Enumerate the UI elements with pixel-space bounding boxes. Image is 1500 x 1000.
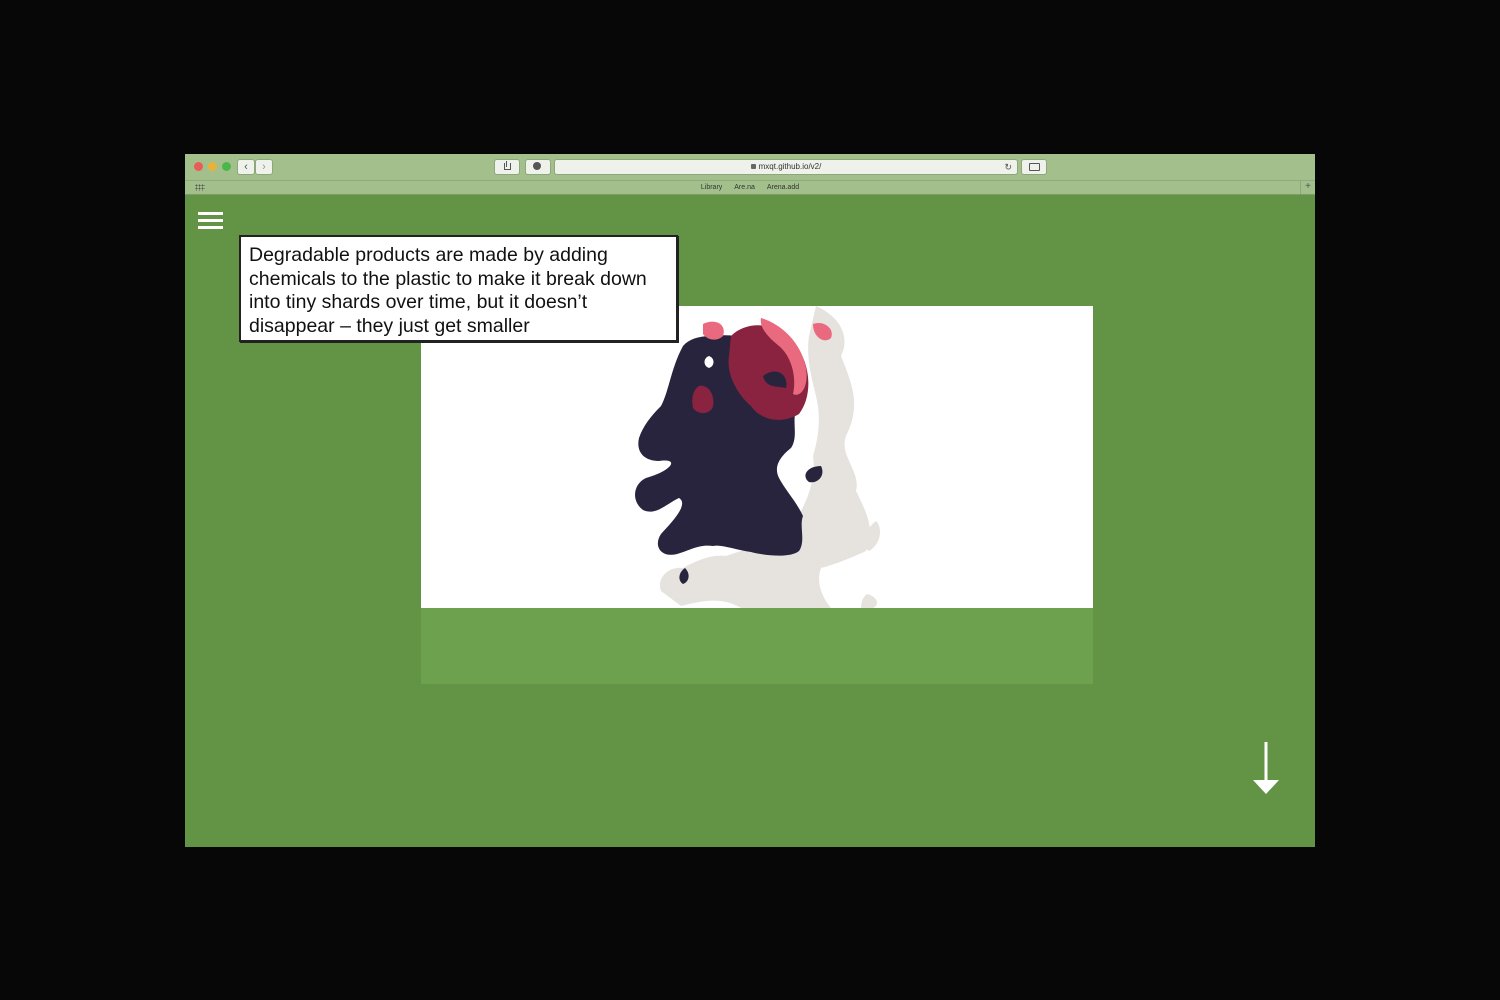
- address-bar[interactable]: mxqt.github.io/v2/ ↻: [554, 159, 1018, 175]
- share-icon[interactable]: [494, 159, 520, 175]
- bookmarks-bar: Library Are.na Arena.add +: [185, 181, 1315, 195]
- minimize-window-button[interactable]: [208, 162, 217, 171]
- tooltip-text: Degradable products are made by adding c…: [249, 244, 647, 337]
- bookmark-arena-add[interactable]: Arena.add: [767, 184, 799, 191]
- arrow-down-icon[interactable]: [1251, 742, 1281, 796]
- blob-illustration: [635, 306, 881, 608]
- bookmark-library[interactable]: Library: [701, 184, 722, 191]
- reload-icon[interactable]: ↻: [1004, 160, 1012, 174]
- info-tooltip: Degradable products are made by adding c…: [239, 235, 678, 342]
- extension-icon[interactable]: [525, 159, 551, 175]
- print-icon[interactable]: [1021, 159, 1047, 175]
- bookmark-arena[interactable]: Are.na: [734, 184, 755, 191]
- lock-icon: [750, 164, 756, 170]
- close-window-button[interactable]: [194, 162, 203, 171]
- hamburger-menu-icon[interactable]: [198, 212, 223, 232]
- visualization-footer: [421, 608, 1093, 684]
- bookmark-links: Library Are.na Arena.add: [185, 181, 1315, 194]
- light-blob-shape: [861, 594, 878, 608]
- plastic-visualization: [421, 306, 1093, 608]
- forward-button[interactable]: ›: [255, 159, 273, 175]
- maximize-window-button[interactable]: [222, 162, 231, 171]
- pink-blob-shape: [703, 321, 724, 340]
- url-text: mxqt.github.io/v2/: [758, 162, 822, 171]
- new-tab-plus-icon[interactable]: +: [1300, 181, 1315, 194]
- browser-toolbar: ‹ › mxqt.github.io/v2/ ↻: [185, 154, 1315, 181]
- back-button[interactable]: ‹: [237, 159, 255, 175]
- browser-window: ‹ › mxqt.github.io/v2/ ↻ Library Are.na …: [185, 154, 1315, 847]
